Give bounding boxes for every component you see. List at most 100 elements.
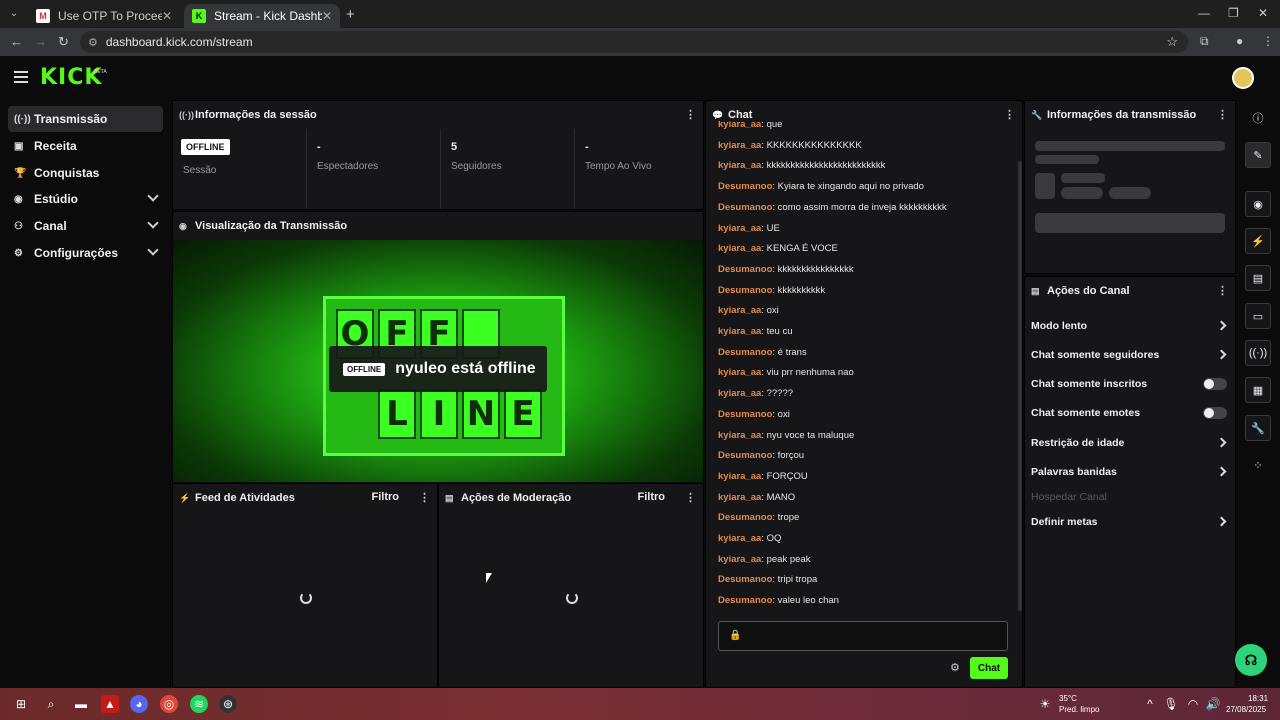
- extensions-icon[interactable]: ⧉: [1200, 34, 1209, 49]
- profile-icon[interactable]: ●: [1236, 34, 1243, 48]
- browser-menu-icon[interactable]: ⋮: [1262, 34, 1274, 48]
- clock-time[interactable]: 18:31: [1248, 694, 1268, 703]
- tab-kick-dashboard[interactable]: K Stream - Kick Dashboard ✕: [184, 4, 340, 28]
- broadcast-icon[interactable]: ((·)): [1245, 340, 1271, 366]
- chat-message[interactable]: Desumanoo: valeu leo chan: [718, 595, 839, 606]
- back-icon[interactable]: ←: [10, 34, 23, 49]
- chat-username[interactable]: kyiara_aa: [718, 533, 761, 544]
- chat-message[interactable]: Desumanoo: kkkkkkkkkk: [718, 285, 825, 296]
- chat-message-list[interactable]: kyiara_aa: que kyiara_aa: KKKKKKKKKKKKKKK…: [706, 121, 1018, 611]
- chat-message[interactable]: kyiara_aa: teu cu: [718, 326, 793, 337]
- more-options-icon[interactable]: ⋮: [1004, 108, 1015, 121]
- action-set-goals[interactable]: Definir metas: [1031, 512, 1227, 532]
- sidebar-item-transmissao[interactable]: ((·)) Transmissão: [8, 106, 163, 132]
- edit-icon[interactable]: ✎: [1245, 142, 1271, 168]
- chat-username[interactable]: Desumanoo: [718, 264, 772, 275]
- chat-message[interactable]: kyiara_aa: kkkkkkkkkkkkkkkkkkkkkkkkk: [718, 160, 885, 171]
- chat-username[interactable]: Desumanoo: [718, 450, 772, 461]
- steam-icon[interactable]: ⊛: [219, 695, 237, 713]
- chat-message[interactable]: kyiara_aa: nyu voce ta maluque: [718, 430, 854, 441]
- action-followers-only[interactable]: Chat somente seguidores: [1031, 345, 1227, 365]
- chat-username[interactable]: kyiara_aa: [718, 554, 761, 565]
- site-info-icon[interactable]: ⚙: [88, 36, 98, 49]
- chat-message[interactable]: kyiara_aa: FORÇOU: [718, 471, 808, 482]
- chat-username[interactable]: Desumanoo: [718, 285, 772, 296]
- windows-start-icon[interactable]: ⊞: [12, 695, 30, 713]
- chat-input[interactable]: 🔒: [718, 621, 1008, 651]
- studio-icon[interactable]: ◉: [1245, 191, 1271, 217]
- chat-message[interactable]: kyiara_aa: viu prr nenhuma nao: [718, 367, 854, 378]
- spotify-icon[interactable]: ≋: [190, 695, 208, 713]
- chat-username[interactable]: kyiara_aa: [718, 367, 761, 378]
- volume-icon[interactable]: 🔊: [1204, 695, 1222, 713]
- chat-username[interactable]: kyiara_aa: [718, 471, 761, 482]
- microphone-icon[interactable]: 🎙: [1162, 695, 1180, 713]
- add-widget-icon[interactable]: ⁘: [1245, 452, 1271, 478]
- chat-message[interactable]: kyiara_aa: UE: [718, 223, 780, 234]
- tab-search-icon[interactable]: ⌄: [6, 5, 22, 21]
- minimize-icon[interactable]: —: [1198, 6, 1210, 20]
- wifi-icon[interactable]: ◠: [1184, 695, 1202, 713]
- forward-icon[interactable]: →: [34, 34, 47, 49]
- chat-username[interactable]: Desumanoo: [718, 512, 772, 523]
- bolt-icon[interactable]: ⚡: [1245, 228, 1271, 254]
- chat-message[interactable]: Desumanoo: Kyiara te xingando aqui no pr…: [718, 181, 924, 192]
- chat-username[interactable]: kyiara_aa: [718, 121, 761, 130]
- chat-username[interactable]: kyiara_aa: [718, 140, 761, 151]
- chat-bubble-icon[interactable]: ▭: [1245, 303, 1271, 329]
- tray-chevron-up-icon[interactable]: ^: [1141, 695, 1159, 713]
- chat-message[interactable]: Desumanoo: kkkkkkkkkkkkkkkk: [718, 264, 854, 275]
- chat-message[interactable]: kyiara_aa: que: [718, 121, 782, 130]
- help-chat-icon[interactable]: ☊: [1235, 644, 1267, 676]
- chat-username[interactable]: kyiara_aa: [718, 160, 761, 171]
- chat-username[interactable]: Desumanoo: [718, 181, 772, 192]
- layout-icon[interactable]: ▦: [1245, 377, 1271, 403]
- sidebar-item-receita[interactable]: ▣ Receita: [8, 133, 163, 159]
- more-options-icon[interactable]: ⋮: [419, 491, 430, 504]
- chat-username[interactable]: Desumanoo: [718, 409, 772, 420]
- sidebar-item-canal[interactable]: ⚇ Canal: [8, 213, 163, 239]
- chat-message[interactable]: Desumanoo: é trans: [718, 347, 807, 358]
- sidebar-item-conquistas[interactable]: 🏆 Conquistas: [8, 160, 163, 186]
- chat-username[interactable]: kyiara_aa: [718, 305, 761, 316]
- sidebar-item-configuracoes[interactable]: ⚙ Configurações: [8, 240, 163, 266]
- chat-username[interactable]: Desumanoo: [718, 595, 772, 606]
- discord-icon[interactable]: ◕: [130, 695, 148, 713]
- chat-username[interactable]: kyiara_aa: [718, 388, 761, 399]
- action-age-restriction[interactable]: Restrição de idade: [1031, 433, 1227, 453]
- bookmark-star-icon[interactable]: ☆: [1166, 34, 1178, 50]
- chat-message[interactable]: Desumanoo: tripi tropa: [718, 574, 817, 585]
- stream-preview[interactable]: O F F L I N E OFFLINE nyuleo está offlin…: [173, 240, 703, 482]
- chat-username[interactable]: Desumanoo: [718, 574, 772, 585]
- action-slow-mode[interactable]: Modo lento: [1031, 316, 1227, 336]
- wrench-icon[interactable]: 🔧: [1245, 415, 1271, 441]
- chrome-icon[interactable]: ◎: [160, 695, 178, 713]
- chat-username[interactable]: kyiara_aa: [718, 223, 761, 234]
- chat-username[interactable]: kyiara_aa: [718, 492, 761, 503]
- clock-date[interactable]: 27/08/2025: [1226, 705, 1266, 714]
- search-icon[interactable]: ⌕: [42, 695, 60, 713]
- sidebar-item-estudio[interactable]: ◉ Estúdio: [8, 186, 163, 212]
- more-options-icon[interactable]: ⋮: [1217, 284, 1228, 297]
- restore-icon[interactable]: ❐: [1228, 6, 1239, 20]
- more-options-icon[interactable]: ⋮: [685, 108, 696, 121]
- chat-message[interactable]: kyiara_aa: OQ: [718, 533, 781, 544]
- chat-message[interactable]: kyiara_aa: MANO: [718, 492, 795, 503]
- chat-username[interactable]: Desumanoo: [718, 347, 772, 358]
- reload-icon[interactable]: ↻: [58, 34, 69, 50]
- chat-username[interactable]: kyiara_aa: [718, 430, 761, 441]
- shield-icon[interactable]: ▤: [1245, 265, 1271, 291]
- close-tab-icon[interactable]: ✕: [162, 9, 172, 23]
- chat-message[interactable]: kyiara_aa: KKKKKKKKKKKKKKK: [718, 140, 862, 151]
- chat-settings-icon[interactable]: ⚙: [950, 661, 960, 674]
- action-banned-words[interactable]: Palavras banidas: [1031, 462, 1227, 482]
- chat-message[interactable]: kyiara_aa: peak peak: [718, 554, 810, 565]
- chat-message[interactable]: Desumanoo: forçou: [718, 450, 804, 461]
- chat-message[interactable]: kyiara_aa: KENGA É VOCE: [718, 243, 838, 254]
- chat-username[interactable]: kyiara_aa: [718, 243, 761, 254]
- filter-button[interactable]: Filtro: [372, 491, 400, 503]
- amd-icon[interactable]: ▲: [101, 695, 119, 713]
- chat-username[interactable]: kyiara_aa: [718, 326, 761, 337]
- chat-message[interactable]: kyiara_aa: ?????: [718, 388, 793, 399]
- info-icon[interactable]: ⓘ: [1245, 105, 1271, 131]
